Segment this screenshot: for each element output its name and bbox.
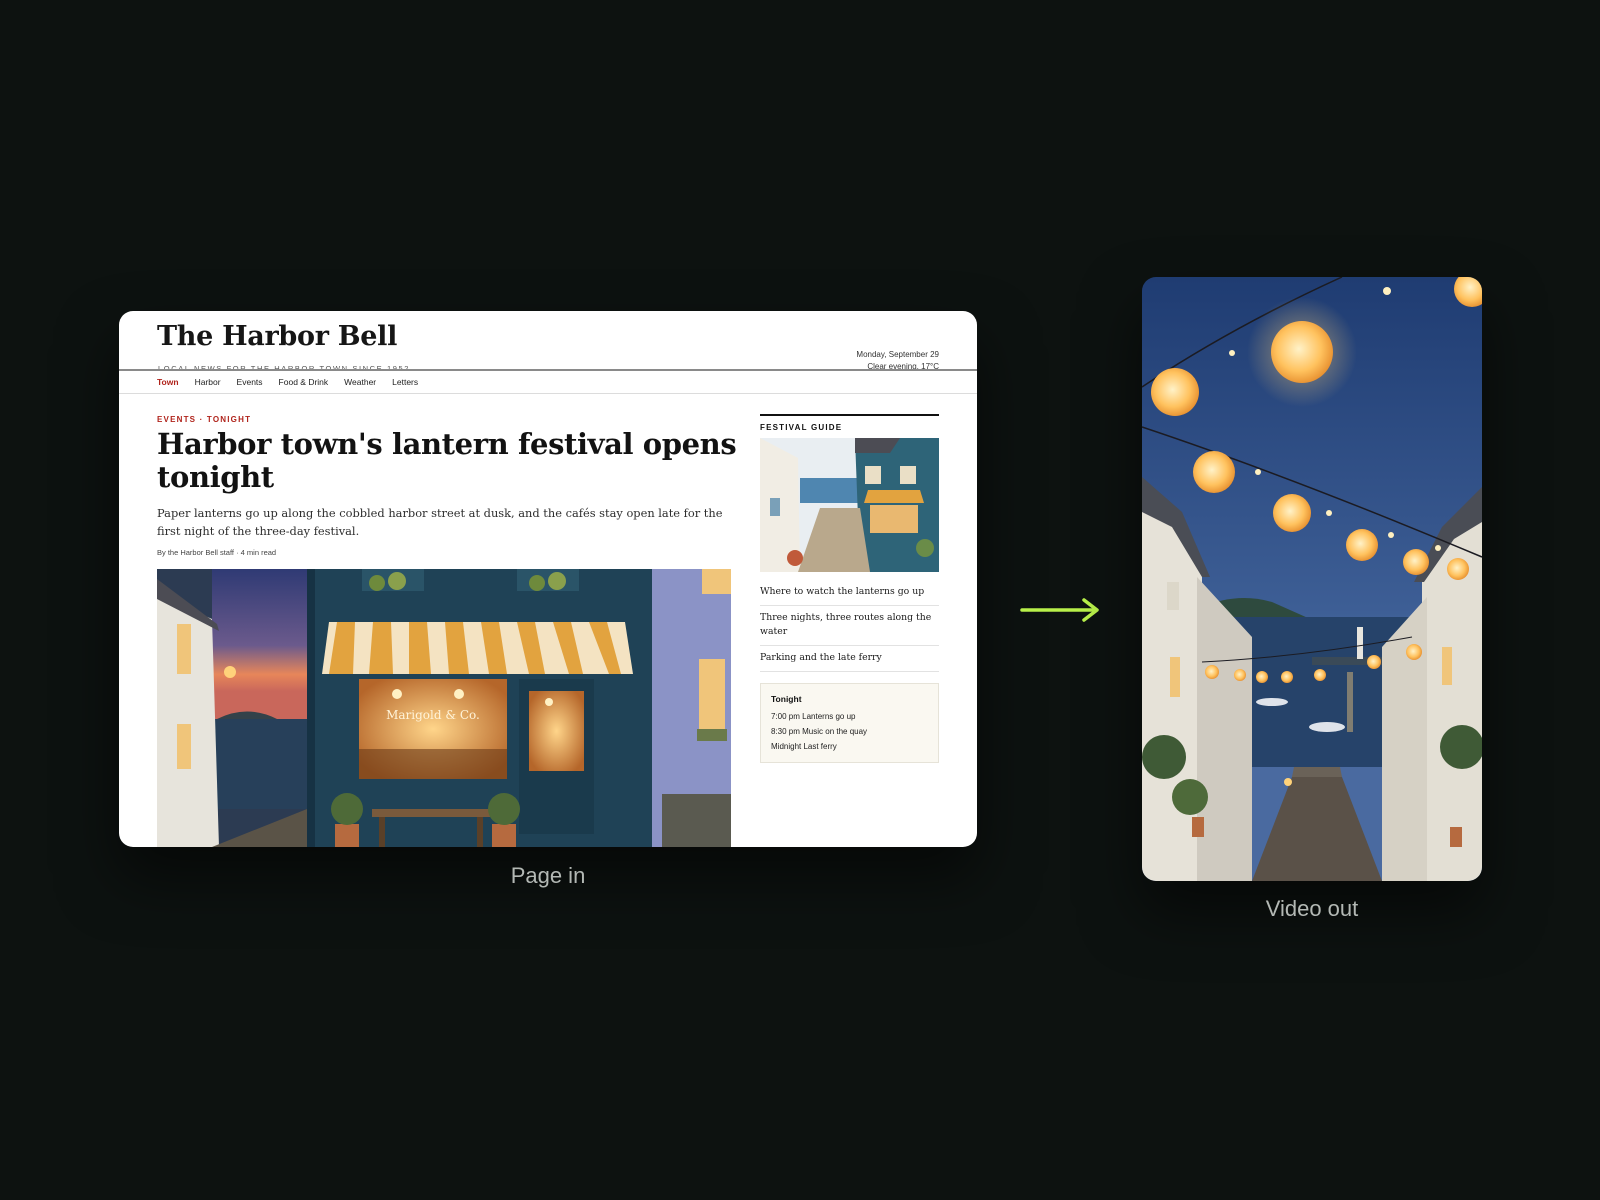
video-output-frame[interactable] — [1142, 277, 1482, 881]
weather-text: Clear evening, 17°C — [867, 362, 939, 371]
schedule-row: 8:30 pm Music on the quay — [771, 727, 868, 736]
article-byline: By the Harbor Bell staff · 4 min read — [157, 548, 277, 557]
nav-item-weather[interactable]: Weather — [344, 377, 376, 393]
article-kicker: EVENTS · TONIGHT — [157, 415, 252, 424]
festival-guide-sidebar: FESTIVAL GUIDE Where to watch the lanter… — [760, 414, 939, 763]
striped-awning — [322, 622, 633, 674]
masthead-rule — [119, 369, 977, 371]
nav-item-letters[interactable]: Letters — [392, 377, 418, 393]
nav-item-events[interactable]: Events — [237, 377, 263, 393]
sidebar-link-watch-lanterns[interactable]: Where to watch the lanterns go up — [760, 580, 939, 606]
section-nav: Town Harbor Events Food & Drink Weather … — [157, 377, 418, 393]
article-dek: Paper lanterns go up along the cobbled h… — [157, 506, 723, 538]
caption-page-in: Page in — [510, 863, 586, 888]
sidebar-thumbnail[interactable] — [760, 438, 939, 572]
sidebar-links: Where to watch the lanterns go up Three … — [760, 580, 939, 672]
hero-image[interactable]: Marigold & Co. — [157, 569, 731, 847]
sidebar-link-routes[interactable]: Three nights, three routes along the wat… — [760, 606, 939, 646]
sidebar-rule — [760, 414, 939, 416]
nav-rule — [119, 393, 977, 394]
masthead: The Harbor Bell LOCAL NEWS FOR THE HARBO… — [157, 321, 939, 373]
nav-item-food-drink[interactable]: Food & Drink — [279, 377, 329, 393]
sidebar-label: FESTIVAL GUIDE — [760, 423, 843, 432]
lantern-street-video-still — [1142, 277, 1482, 881]
caption-video-out: Video out — [1265, 896, 1359, 921]
nav-item-harbor[interactable]: Harbor — [195, 377, 221, 393]
newspaper-name[interactable]: The Harbor Bell — [157, 321, 397, 352]
tonight-schedule-box: Tonight 7:00 pm Lanterns go up 8:30 pm M… — [760, 683, 939, 763]
date-text: Monday, September 29 — [856, 350, 939, 359]
right-arrow-icon — [1020, 598, 1099, 622]
nav-item-town[interactable]: Town — [157, 377, 179, 393]
newspaper-page-card: The Harbor Bell LOCAL NEWS FOR THE HARBO… — [119, 311, 977, 847]
watercolor-street-illustration — [760, 438, 939, 572]
schedule-title: Tonight — [771, 694, 802, 704]
cafe-storefront-illustration: Marigold & Co. — [157, 569, 731, 847]
sidebar-link-parking-ferry[interactable]: Parking and the late ferry — [760, 646, 939, 672]
article-headline[interactable]: Harbor town's lantern festival opens ton… — [157, 428, 737, 494]
hero-shop-sign: Marigold & Co. — [386, 708, 480, 722]
schedule-row: Midnight Last ferry — [771, 742, 837, 751]
schedule-row: 7:00 pm Lanterns go up — [771, 712, 856, 721]
